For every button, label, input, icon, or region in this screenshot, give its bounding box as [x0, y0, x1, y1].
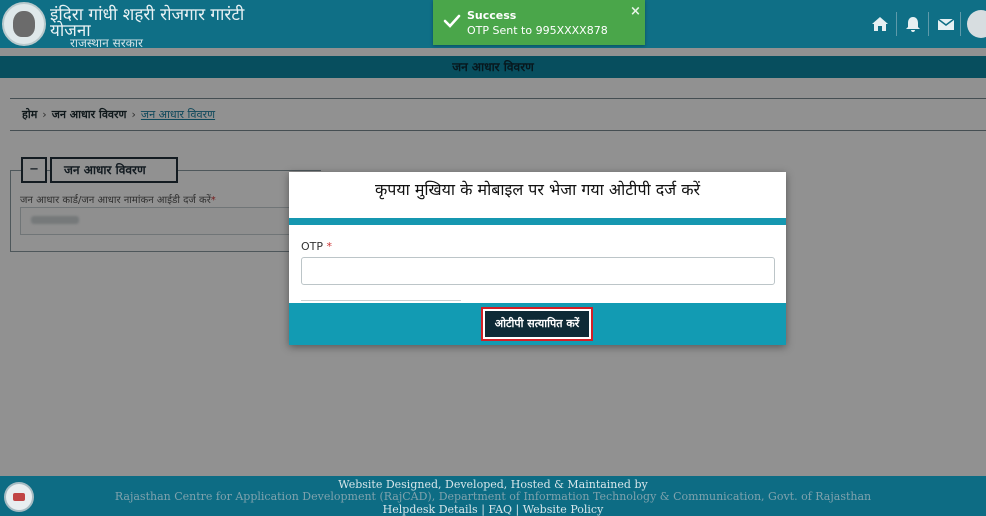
- mail-icon[interactable]: [936, 14, 956, 34]
- toast-title: Success: [467, 9, 517, 22]
- check-icon: [443, 14, 461, 28]
- logo-portrait: [13, 11, 35, 37]
- close-icon[interactable]: ×: [630, 4, 641, 19]
- toast-message: OTP Sent to 995XXXX878: [467, 24, 608, 37]
- footer-separator: |: [515, 503, 520, 516]
- modal-divider: [301, 300, 461, 301]
- website-policy-link[interactable]: Website Policy: [523, 503, 604, 516]
- modal-accent-bar: [289, 218, 786, 225]
- otp-label: OTP *: [301, 240, 332, 253]
- otp-modal: कृपया मुखिया के मोबाइल पर भेजा गया ओटीपी…: [289, 172, 786, 345]
- site-footer: Website Designed, Developed, Hosted & Ma…: [0, 476, 986, 516]
- verify-otp-button-label: ओटीपी सत्यापित करें: [485, 311, 589, 337]
- verify-otp-button[interactable]: ओटीपी सत्यापित करें: [481, 307, 593, 341]
- helpdesk-link[interactable]: Helpdesk Details: [383, 503, 478, 516]
- avatar[interactable]: [967, 10, 986, 38]
- header-divider: [960, 12, 961, 36]
- header-divider: [928, 12, 929, 36]
- footer-separator: |: [481, 503, 485, 516]
- home-icon[interactable]: [870, 14, 890, 34]
- modal-footer: ओटीपी सत्यापित करें: [289, 303, 786, 345]
- footer-department: Rajasthan Centre for Application Develop…: [114, 490, 872, 503]
- footer-links: Helpdesk Details | FAQ | Website Policy: [0, 503, 986, 516]
- required-mark: *: [326, 240, 333, 253]
- government-logo[interactable]: [2, 2, 46, 46]
- bell-icon[interactable]: [903, 14, 923, 34]
- header-divider: [896, 12, 897, 36]
- faq-link[interactable]: FAQ: [488, 503, 512, 516]
- otp-label-text: OTP: [301, 240, 324, 253]
- success-toast: Success OTP Sent to 995XXXX878 ×: [433, 0, 645, 45]
- modal-title: कृपया मुखिया के मोबाइल पर भेजा गया ओटीपी…: [374, 180, 701, 199]
- otp-input[interactable]: [301, 257, 775, 285]
